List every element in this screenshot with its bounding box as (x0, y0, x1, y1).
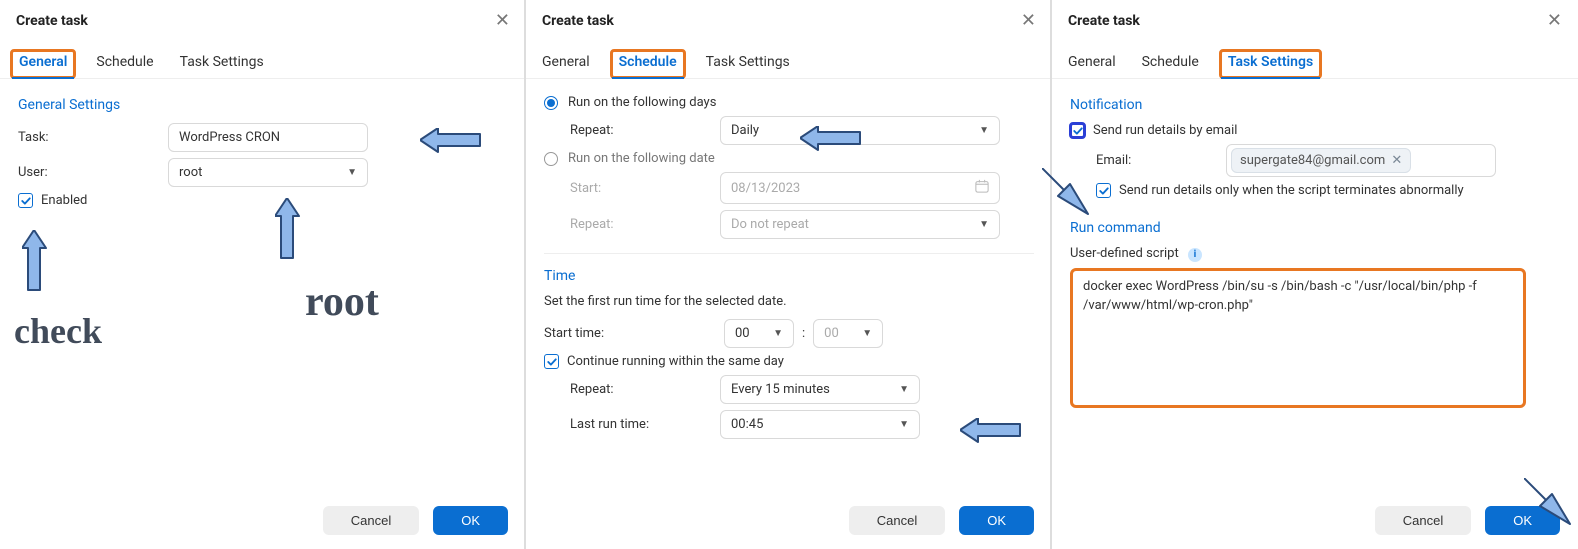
run-date-label: Run on the following date (568, 151, 715, 166)
close-icon[interactable]: ✕ (1547, 12, 1562, 30)
section-notification: Notification (1070, 97, 1560, 113)
send-email-checkbox[interactable] (1070, 123, 1085, 138)
tab-schedule[interactable]: Schedule (94, 48, 155, 78)
dialog-create-task-schedule: Create task ✕ General Schedule Task Sett… (526, 0, 1052, 549)
tabs: General Schedule Task Settings (0, 40, 526, 79)
script-textarea[interactable] (1070, 268, 1526, 408)
abnormal-label: Send run details only when the script te… (1119, 183, 1464, 198)
script-label: User-defined script (1070, 246, 1179, 261)
tabs: General Schedule Task Settings (526, 40, 1052, 79)
user-select-value: root (179, 165, 202, 180)
dialog-title: Create task (1068, 13, 1140, 29)
user-label: User: (18, 165, 168, 180)
ok-button[interactable]: OK (1485, 506, 1560, 535)
start-hour-value: 00 (735, 326, 750, 341)
repeat-select[interactable]: Daily ▼ (720, 116, 1000, 145)
cont-repeat-label: Repeat: (570, 382, 720, 397)
chevron-down-icon: ▼ (347, 167, 357, 178)
date-repeat-label: Repeat: (570, 217, 720, 232)
last-run-select[interactable]: 00:45 ▼ (720, 410, 920, 439)
dialog-create-task-settings: Create task ✕ General Schedule Task Sett… (1052, 0, 1578, 549)
cancel-button[interactable]: Cancel (323, 506, 419, 535)
info-icon[interactable]: i (1188, 248, 1202, 262)
enabled-checkbox[interactable] (18, 193, 33, 208)
date-repeat-select[interactable]: Do not repeat ▼ (720, 210, 1000, 239)
radio-run-date[interactable] (544, 152, 558, 166)
user-select[interactable]: root ▼ (168, 158, 368, 187)
last-run-value: 00:45 (731, 417, 763, 432)
tab-task-settings[interactable]: Task Settings (704, 48, 792, 78)
chevron-down-icon: ▼ (899, 384, 909, 395)
radio-run-days[interactable] (544, 96, 558, 110)
tab-schedule[interactable]: Schedule (614, 48, 682, 78)
calendar-icon (975, 179, 989, 197)
chevron-down-icon: ▼ (979, 125, 989, 136)
chevron-down-icon: ▼ (773, 328, 783, 339)
email-label: Email: (1096, 153, 1226, 168)
cont-repeat-value: Every 15 minutes (731, 382, 830, 397)
start-date-input[interactable]: 08/13/2023 (720, 172, 1000, 204)
chevron-down-icon: ▼ (862, 328, 872, 339)
close-icon[interactable]: ✕ (495, 12, 510, 30)
start-label: Start: (570, 181, 720, 196)
section-time: Time (544, 268, 1034, 284)
chevron-down-icon: ▼ (979, 219, 989, 230)
dialog-create-task-general: Create task ✕ General Schedule Task Sett… (0, 0, 526, 549)
dialog-title: Create task (542, 13, 614, 29)
start-min-value: 00 (824, 326, 839, 341)
title-bar: Create task ✕ (1052, 0, 1578, 40)
last-run-label: Last run time: (570, 417, 720, 432)
email-input-wrap[interactable]: supergate84@gmail.com ✕ (1226, 144, 1496, 177)
start-time-label: Start time: (544, 326, 724, 341)
start-date-value: 08/13/2023 (731, 181, 800, 196)
repeat-label: Repeat: (570, 123, 720, 138)
tab-general[interactable]: General (14, 48, 72, 78)
tab-task-settings[interactable]: Task Settings (178, 48, 266, 78)
title-bar: Create task ✕ (0, 0, 526, 40)
ok-button[interactable]: OK (959, 506, 1034, 535)
continue-checkbox[interactable] (544, 354, 559, 369)
start-hour-select[interactable]: 00 ▼ (724, 319, 794, 348)
dialog-title: Create task (16, 13, 88, 29)
cont-repeat-select[interactable]: Every 15 minutes ▼ (720, 375, 920, 404)
send-email-label: Send run details by email (1093, 123, 1237, 138)
email-chip-text: supergate84@gmail.com (1240, 153, 1385, 168)
start-min-select[interactable]: 00 ▼ (813, 319, 883, 348)
ok-button[interactable]: OK (433, 506, 508, 535)
cancel-button[interactable]: Cancel (1375, 506, 1471, 535)
section-run-command: Run command (1070, 220, 1560, 236)
section-general-settings: General Settings (18, 97, 508, 113)
task-input[interactable] (168, 123, 368, 152)
repeat-value: Daily (731, 123, 759, 138)
task-label: Task: (18, 130, 168, 145)
tabs: General Schedule Task Settings (1052, 40, 1578, 79)
continue-label: Continue running within the same day (567, 354, 784, 369)
email-chip: supergate84@gmail.com ✕ (1231, 148, 1411, 173)
enabled-label: Enabled (41, 193, 87, 208)
close-icon[interactable]: ✕ (1021, 12, 1036, 30)
tab-task-settings[interactable]: Task Settings (1223, 48, 1318, 78)
time-hint: Set the first run time for the selected … (544, 294, 1034, 309)
run-days-label: Run on the following days (568, 95, 716, 110)
title-bar: Create task ✕ (526, 0, 1052, 40)
tab-general[interactable]: General (540, 48, 592, 78)
abnormal-checkbox[interactable] (1096, 183, 1111, 198)
tab-general[interactable]: General (1066, 48, 1118, 78)
date-repeat-value: Do not repeat (731, 217, 809, 232)
cancel-button[interactable]: Cancel (849, 506, 945, 535)
tab-schedule[interactable]: Schedule (1140, 48, 1201, 78)
chevron-down-icon: ▼ (899, 419, 909, 430)
chip-remove-icon[interactable]: ✕ (1391, 153, 1402, 168)
